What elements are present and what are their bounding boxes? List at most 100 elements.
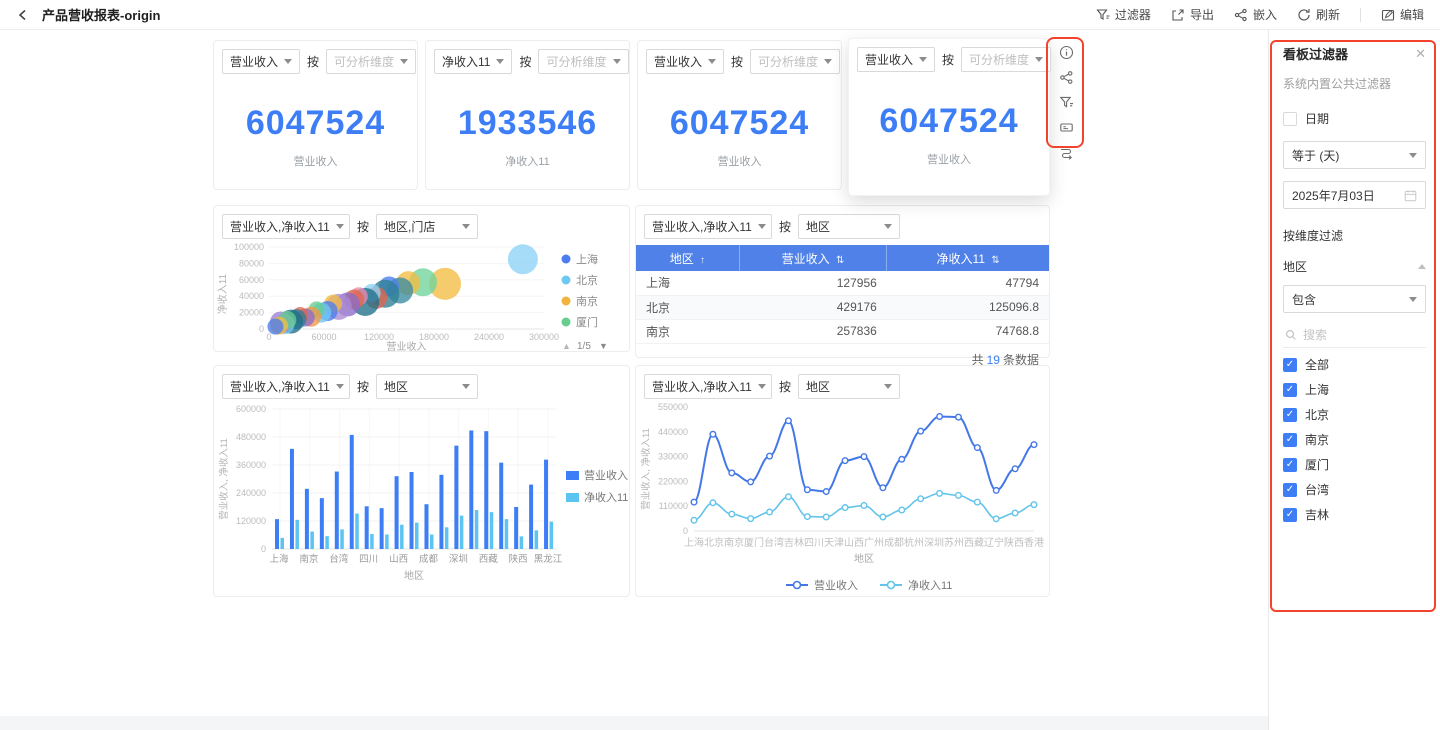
operator-select[interactable]: 包含	[1283, 285, 1426, 313]
bar-net-income[interactable]	[281, 538, 285, 549]
checkbox-checked[interactable]: ✓	[1283, 383, 1297, 397]
bar-revenue[interactable]	[275, 519, 279, 549]
bar-chart[interactable]: 0120000240000360000480000600000上海南京台湾四川山…	[214, 399, 629, 600]
checkbox-checked[interactable]: ✓	[1283, 433, 1297, 447]
legend-swatch[interactable]	[562, 297, 571, 306]
data-point[interactable]	[729, 470, 735, 476]
data-point[interactable]	[691, 517, 697, 523]
card-icon[interactable]	[1058, 119, 1074, 135]
bar-revenue[interactable]	[365, 506, 369, 549]
sort-icon[interactable]: ⇅	[836, 255, 844, 266]
bubble-point[interactable]	[267, 319, 283, 335]
data-point[interactable]	[748, 479, 754, 485]
filter-option[interactable]: ✓北京	[1283, 402, 1426, 427]
dimension-select[interactable]: 地区	[798, 214, 900, 239]
info-icon[interactable]	[1058, 44, 1074, 60]
back-button[interactable]	[14, 6, 32, 24]
embed-button[interactable]: 嵌入	[1234, 6, 1277, 23]
date-condition-select[interactable]: 等于 (天)	[1283, 141, 1426, 169]
data-point[interactable]	[786, 494, 792, 500]
date-input[interactable]: 2025年7月03日	[1283, 181, 1426, 209]
share-icon[interactable]	[1058, 69, 1074, 85]
legend-swatch[interactable]	[566, 471, 579, 480]
dimension-select[interactable]: 地区,门店	[376, 214, 478, 239]
bar-net-income[interactable]	[310, 532, 314, 549]
bar-revenue[interactable]	[484, 431, 488, 549]
filter-option[interactable]: ✓台湾	[1283, 477, 1426, 502]
dimension-select[interactable]: 可分析维度	[326, 49, 416, 74]
table-row[interactable]: 北京429176125096.8	[636, 295, 1049, 319]
data-point[interactable]	[918, 428, 924, 434]
data-point[interactable]	[710, 431, 716, 437]
data-point[interactable]	[805, 487, 811, 493]
bar-net-income[interactable]	[385, 535, 389, 549]
table-row[interactable]: 上海12795647794	[636, 271, 1049, 295]
bar-revenue[interactable]	[454, 446, 458, 549]
data-point[interactable]	[1031, 442, 1037, 448]
data-point[interactable]	[767, 453, 773, 459]
bar-revenue[interactable]	[469, 430, 473, 549]
data-point[interactable]	[937, 414, 943, 420]
bar-net-income[interactable]	[430, 535, 434, 549]
date-checkbox[interactable]	[1283, 112, 1297, 126]
search-input[interactable]	[1303, 328, 1413, 342]
bar-revenue[interactable]	[499, 463, 503, 549]
data-point[interactable]	[710, 500, 716, 506]
filter-option[interactable]: ✓全部	[1283, 352, 1426, 377]
data-point[interactable]	[899, 507, 905, 513]
option-search[interactable]	[1283, 323, 1426, 348]
checkbox-checked[interactable]: ✓	[1283, 408, 1297, 422]
bar-net-income[interactable]	[490, 512, 494, 549]
data-point[interactable]	[993, 516, 999, 522]
dimension-select[interactable]: 可分析维度	[961, 47, 1051, 72]
bar-revenue[interactable]	[395, 476, 399, 549]
filter-button[interactable]: 过滤器	[1096, 6, 1151, 23]
close-icon[interactable]: ✕	[1415, 46, 1426, 62]
data-point[interactable]	[767, 509, 773, 515]
bar-revenue[interactable]	[529, 485, 533, 549]
sort-icon[interactable]: ⇅	[991, 255, 999, 266]
data-point[interactable]	[899, 457, 905, 463]
bar-net-income[interactable]	[445, 527, 449, 549]
metric-select[interactable]: 营业收入,净收入11	[222, 374, 350, 399]
refresh-button[interactable]: 刷新	[1297, 6, 1340, 23]
page-down-icon[interactable]: ▼	[599, 341, 608, 351]
data-point[interactable]	[993, 488, 999, 494]
kpi-card-4[interactable]: 营业收入 按 可分析维度 6047524 营业收入	[848, 38, 1050, 196]
metric-select[interactable]: 营业收入,净收入11	[644, 214, 772, 239]
bubble-chart[interactable]: 0200004000060000800001000000600001200001…	[214, 239, 629, 356]
data-point[interactable]	[861, 503, 867, 509]
legend-marker[interactable]	[794, 582, 801, 589]
legend-marker[interactable]	[888, 582, 895, 589]
bar-net-income[interactable]	[415, 523, 419, 549]
bar-revenue[interactable]	[544, 460, 548, 549]
filter-option[interactable]: ✓上海	[1283, 377, 1426, 402]
bar-net-income[interactable]	[340, 529, 344, 549]
bar-net-income[interactable]	[355, 514, 359, 549]
bar-net-income[interactable]	[520, 536, 524, 549]
bar-net-income[interactable]	[505, 519, 509, 549]
table-column-header[interactable]: 地区 ↑	[636, 245, 739, 271]
checkbox-checked[interactable]: ✓	[1283, 508, 1297, 522]
data-point[interactable]	[823, 514, 829, 520]
filter-icon[interactable]	[1058, 94, 1074, 110]
data-point[interactable]	[842, 458, 848, 464]
data-point[interactable]	[729, 511, 735, 517]
bar-revenue[interactable]	[290, 449, 294, 549]
data-point[interactable]	[691, 499, 697, 505]
sort-icon[interactable]: ↑	[700, 255, 705, 266]
bar-revenue[interactable]	[424, 504, 428, 549]
dimension-select[interactable]: 可分析维度	[750, 49, 840, 74]
bar-net-income[interactable]	[400, 525, 404, 549]
bar-net-income[interactable]	[460, 516, 464, 549]
data-point[interactable]	[861, 454, 867, 460]
line-chart[interactable]: 0110000220000330000440000550000上海北京南京厦门台…	[636, 399, 1049, 600]
table-column-header[interactable]: 净收入11 ⇅	[887, 245, 1049, 271]
bar-revenue[interactable]	[514, 507, 518, 549]
legend-swatch[interactable]	[562, 276, 571, 285]
legend-swatch[interactable]	[562, 318, 571, 327]
data-point[interactable]	[918, 496, 924, 502]
bar-revenue[interactable]	[335, 472, 339, 549]
bar-net-income[interactable]	[370, 534, 374, 549]
bar-net-income[interactable]	[325, 536, 329, 549]
